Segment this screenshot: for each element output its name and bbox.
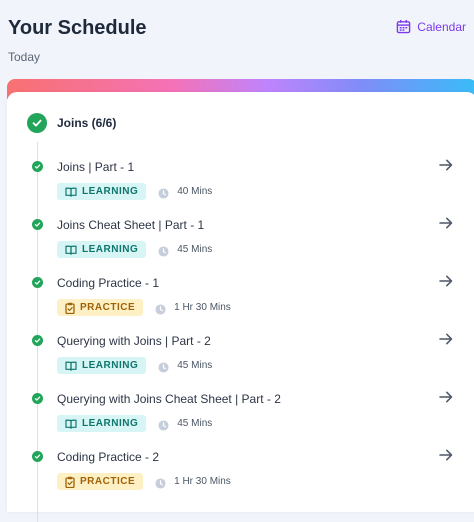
check-circle-icon xyxy=(27,113,47,133)
item-title: Querying with Joins Cheat Sheet | Part -… xyxy=(57,392,281,406)
item-meta: LEARNING 45 Mins xyxy=(57,357,212,374)
item-meta: LEARNING 45 Mins xyxy=(57,241,212,258)
duration: 1 Hr 30 Mins xyxy=(174,476,231,487)
completed-check-icon xyxy=(32,335,43,346)
list-item[interactable]: Coding Practice - 1 PRACTICE 1 Hr 30 Mins xyxy=(7,271,474,329)
duration: 45 Mins xyxy=(177,418,213,429)
page-subtitle: Today xyxy=(8,50,41,64)
arrow-right-icon[interactable] xyxy=(438,273,454,289)
clipboard-icon xyxy=(65,476,75,488)
duration: 45 Mins xyxy=(177,244,213,255)
arrow-right-icon[interactable] xyxy=(438,447,454,463)
group-title: Joins (6/6) xyxy=(57,116,117,130)
header: Your Schedule Today Calendar xyxy=(0,0,474,80)
schedule-card: Joins (6/6) Joins | Part - 1 LEARNING 40 M… xyxy=(7,92,474,522)
completed-check-icon xyxy=(32,451,43,462)
item-meta: PRACTICE 1 Hr 30 Mins xyxy=(57,473,231,490)
list-item[interactable]: Querying with Joins | Part - 2 LEARNING 45… xyxy=(7,329,474,387)
completed-check-icon xyxy=(32,161,43,172)
type-badge: LEARNING xyxy=(57,241,147,258)
list-item[interactable]: Joins Cheat Sheet | Part - 1 LEARNING 45 M… xyxy=(7,213,474,271)
clock-icon xyxy=(158,360,169,373)
clipboard-icon xyxy=(65,302,75,314)
type-label: PRACTICE xyxy=(80,302,136,313)
item-meta: LEARNING 45 Mins xyxy=(57,415,212,432)
item-meta: LEARNING 40 Mins xyxy=(57,183,212,200)
item-title: Joins | Part - 1 xyxy=(57,160,135,174)
duration: 45 Mins xyxy=(177,360,213,371)
type-badge: LEARNING xyxy=(57,357,147,374)
clock-icon xyxy=(158,186,169,199)
page-title: Your Schedule xyxy=(8,17,147,39)
completed-check-icon xyxy=(32,219,43,230)
item-title: Joins Cheat Sheet | Part - 1 xyxy=(57,218,205,232)
type-badge: LEARNING xyxy=(57,183,147,200)
duration: 1 Hr 30 Mins xyxy=(174,302,231,313)
type-label: LEARNING xyxy=(82,418,139,429)
type-label: LEARNING xyxy=(82,360,139,371)
clock-icon xyxy=(158,418,169,431)
arrow-right-icon[interactable] xyxy=(438,331,454,347)
calendar-button[interactable]: Calendar xyxy=(396,19,466,34)
item-title: Querying with Joins | Part - 2 xyxy=(57,334,211,348)
clock-icon xyxy=(158,244,169,257)
type-badge: LEARNING xyxy=(57,415,147,432)
book-icon xyxy=(65,419,77,429)
arrow-right-icon[interactable] xyxy=(438,389,454,405)
type-label: LEARNING xyxy=(82,186,139,197)
type-label: LEARNING xyxy=(82,244,139,255)
arrow-right-icon[interactable] xyxy=(438,157,454,173)
item-meta: PRACTICE 1 Hr 30 Mins xyxy=(57,299,231,316)
type-badge: PRACTICE xyxy=(57,473,144,490)
duration: 40 Mins xyxy=(177,186,213,197)
list-item[interactable]: Joins | Part - 1 LEARNING 40 Mins xyxy=(7,155,474,213)
group-header[interactable]: Joins (6/6) xyxy=(27,113,116,133)
item-title: Coding Practice - 1 xyxy=(57,276,160,290)
list-item[interactable]: Querying with Joins Cheat Sheet | Part -… xyxy=(7,387,474,445)
calendar-icon xyxy=(397,19,411,34)
book-icon xyxy=(65,361,77,371)
type-badge: PRACTICE xyxy=(57,299,144,316)
list-item[interactable]: Coding Practice - 2 PRACTICE 1 Hr 30 Mins xyxy=(7,445,474,503)
clock-icon xyxy=(155,302,166,315)
calendar-label: Calendar xyxy=(417,19,466,34)
type-label: PRACTICE xyxy=(80,476,136,487)
completed-check-icon xyxy=(32,277,43,288)
arrow-right-icon[interactable] xyxy=(438,215,454,231)
completed-check-icon xyxy=(32,393,43,404)
book-icon xyxy=(65,187,77,197)
book-icon xyxy=(65,245,77,255)
item-title: Coding Practice - 2 xyxy=(57,450,160,464)
clock-icon xyxy=(155,476,166,489)
